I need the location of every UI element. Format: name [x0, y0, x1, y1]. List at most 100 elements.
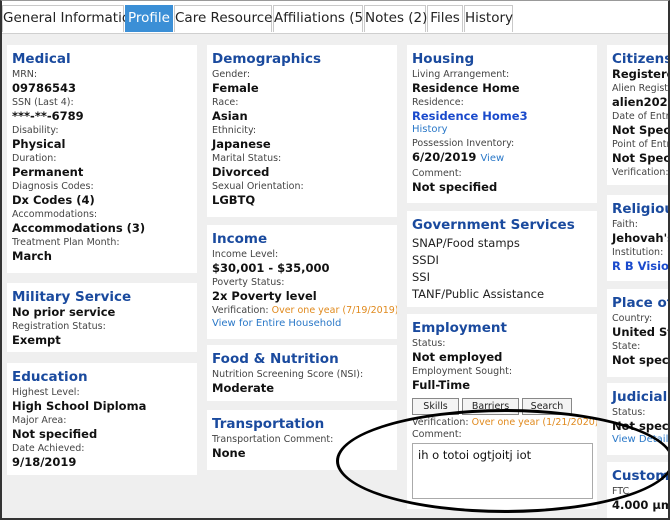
marital-label: Marital Status:	[212, 153, 282, 164]
poverty-label: Poverty Status:	[212, 277, 285, 288]
citizenship-status: Registered	[612, 67, 668, 81]
custom-field-value: 4.000 μmol	[612, 498, 668, 512]
government-item: TANF/Public Assistance	[412, 287, 545, 301]
search-button[interactable]: Search	[522, 398, 572, 415]
accommodations-label: Accommodations:	[12, 209, 98, 220]
employment-verification: Verification: Over one year (1/21/2020)	[412, 417, 597, 429]
race-label: Race:	[212, 97, 239, 108]
accommodations-link[interactable]: Accommodations (3)	[12, 221, 193, 235]
citizenship-title: Citizenship	[612, 51, 670, 67]
residence-link[interactable]: Residence Home3	[412, 109, 593, 123]
country-value: United States	[612, 325, 668, 339]
tab-files[interactable]: Files	[427, 5, 463, 32]
entry-value: Not Specified	[612, 123, 670, 137]
employment-status-label: Status:	[412, 338, 446, 349]
employment-sought-label: Employment Sought:	[412, 366, 513, 377]
income-card: Income Income Level: $30,001 - $35,000 P…	[207, 225, 397, 339]
housing-comment-label: Comment:	[412, 168, 462, 179]
education-card: Education Highest Level: High School Dip…	[7, 363, 197, 475]
military-value: No prior service	[12, 305, 116, 319]
diagnosis-codes-link[interactable]: Dx Codes (4)	[12, 193, 193, 207]
income-level-label: Income Level:	[212, 249, 279, 260]
custom-title: Custom Fields	[612, 468, 670, 484]
disability-value: Physical	[12, 137, 66, 151]
highest-level-label: Highest Level:	[12, 387, 80, 398]
religious-card: Religious Faith: Jehovah's Institution: …	[607, 195, 668, 281]
gender-label: Gender:	[212, 69, 251, 80]
transportation-comment-value: None	[212, 446, 246, 460]
housing-title: Housing	[412, 51, 475, 67]
government-services-card: Government Services SNAP/Food stamps SSD…	[407, 211, 597, 307]
employment-button-row: Skills Barriers Search	[412, 398, 593, 415]
treatment-label: Treatment Plan Month:	[12, 237, 120, 248]
judicial-title: Judicial	[612, 389, 668, 405]
household-link[interactable]: View for Entire Household	[212, 317, 393, 330]
food-title: Food & Nutrition	[212, 351, 339, 367]
duration-label: Duration:	[12, 153, 57, 164]
nsi-label: Nutrition Screening Score (NSI):	[212, 369, 364, 380]
military-card: Military Service No prior service Regist…	[7, 283, 197, 352]
duration-value: Permanent	[12, 165, 84, 179]
entry-label: Date of Entry:	[612, 111, 670, 122]
race-value: Asian	[212, 109, 248, 123]
housing-comment-value: Not specified	[412, 180, 498, 194]
citizenship-card: Citizenship Registered Alien Registratio…	[607, 45, 670, 185]
income-level-value: $30,001 - $35,000	[212, 261, 330, 275]
transportation-comment-label: Transportation Comment:	[212, 434, 334, 445]
major-value: Not specified	[12, 427, 98, 441]
alien-value: alien2020	[612, 95, 670, 109]
housing-history-link[interactable]: History	[412, 123, 593, 136]
housing-card: Housing Living Arrangement: Residence Ho…	[407, 45, 597, 203]
living-arrangement-value: Residence Home	[412, 81, 520, 95]
government-item: SSDI	[412, 253, 439, 267]
food-card: Food & Nutrition Nutrition Screening Sco…	[207, 345, 397, 401]
disability-label: Disability:	[12, 125, 59, 136]
tab-care-resources[interactable]: Care Resources	[174, 5, 280, 32]
employment-verification-label: Verification:	[412, 417, 469, 428]
income-verification-label: Verification:	[212, 305, 269, 316]
skills-button[interactable]: Skills	[412, 398, 459, 415]
institution-link[interactable]: R B Visions	[612, 259, 668, 273]
tab-general-information[interactable]: General Information	[2, 5, 139, 32]
possession-value: 6/20/2019 View	[412, 150, 593, 166]
religious-title: Religious	[612, 201, 668, 217]
judicial-status-value: Not specified	[612, 419, 669, 433]
judicial-status-label: Status:	[612, 407, 646, 418]
treatment-value: March	[12, 249, 52, 263]
port-value: Not Specified	[612, 151, 670, 165]
orientation-label: Sexual Orientation:	[212, 181, 304, 192]
employment-sought-value: Full-Time	[412, 378, 471, 392]
military-title: Military Service	[12, 289, 132, 305]
tab-notes[interactable]: Notes (2)	[364, 5, 427, 32]
education-title: Education	[12, 369, 88, 385]
tab-affiliations[interactable]: Affiliations (5)	[273, 5, 368, 32]
judicial-details-link[interactable]: View Details	[612, 433, 668, 446]
tab-profile[interactable]: Profile	[125, 5, 173, 32]
state-value: Not specified	[612, 353, 669, 367]
income-verification: Verification: Over one year (7/19/2019)	[212, 305, 397, 317]
marital-value: Divorced	[212, 165, 270, 179]
registration-value: Exempt	[12, 333, 61, 347]
employment-verification-value: Over one year (1/21/2020)	[471, 417, 597, 428]
poverty-value: 2x Poverty level	[212, 289, 317, 303]
employment-title: Employment	[412, 320, 507, 336]
highest-level-value: High School Diploma	[12, 399, 147, 413]
orientation-value: LGBTQ	[212, 193, 256, 207]
ssn-label: SSN (Last 4):	[12, 97, 74, 108]
country-label: Country:	[612, 313, 653, 324]
profile-window: General Information Profile Care Resourc…	[0, 0, 670, 520]
barriers-button[interactable]: Barriers	[462, 398, 519, 415]
living-arrangement-label: Living Arrangement:	[412, 69, 510, 80]
ethnicity-value: Japanese	[212, 137, 271, 151]
tab-history[interactable]: History	[464, 5, 513, 32]
transportation-title: Transportation	[212, 416, 325, 432]
citizenship-verification-label: Verification:	[612, 167, 669, 178]
medical-title: Medical	[12, 51, 71, 67]
registration-label: Registration Status:	[12, 321, 106, 332]
government-item: SNAP/Food stamps	[412, 236, 520, 250]
possession-view-link[interactable]: View	[480, 153, 504, 164]
faith-label: Faith:	[612, 219, 638, 230]
ssn-value: ***-**-6789	[12, 109, 84, 123]
employment-comment-textarea[interactable]: ih o totoi ogtjoitj iot	[412, 443, 593, 499]
employment-status-value: Not employed	[412, 350, 503, 364]
